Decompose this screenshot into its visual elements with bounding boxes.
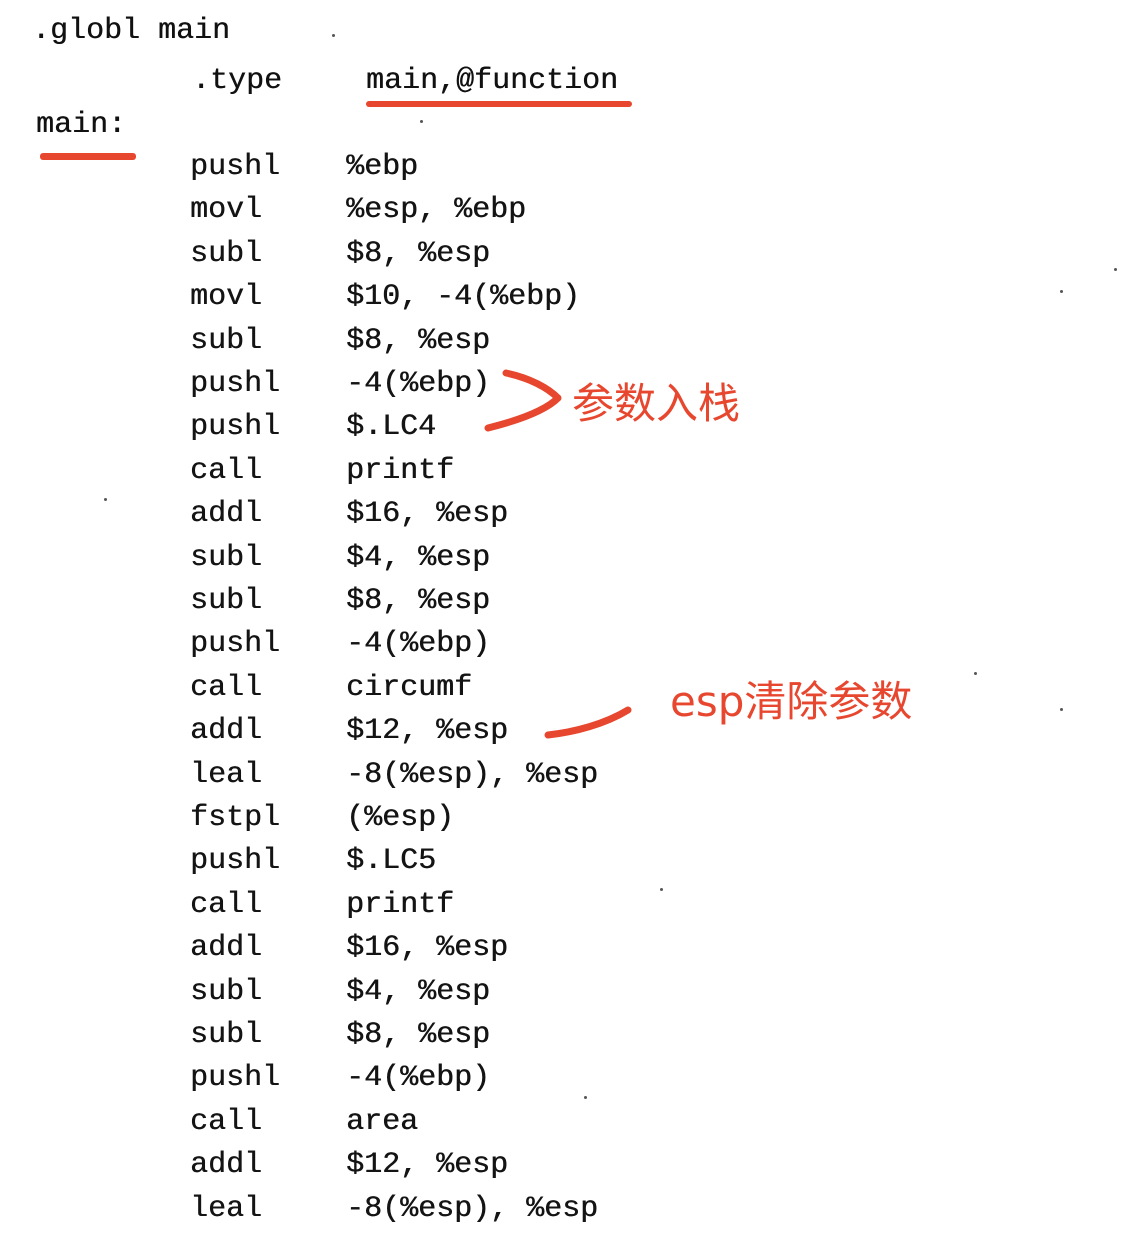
instruction-operand: circumf — [346, 670, 473, 705]
scan-speck — [660, 888, 663, 891]
instruction-operand: $8, %esp — [346, 584, 491, 618]
instruction-operand: printf — [346, 887, 455, 922]
scan-speck — [584, 1096, 587, 1099]
instruction-row: leal -8(%esp), %esp — [0, 758, 700, 801]
instruction-operand: %ebp — [346, 150, 419, 184]
type-directive: .type — [192, 64, 283, 98]
instruction-opcode: addl — [190, 497, 263, 532]
instruction-opcode: subl — [190, 236, 263, 271]
instruction-operand: $8, %esp — [346, 236, 491, 271]
instruction-opcode: pushl — [190, 150, 281, 184]
instruction-opcode: movl — [190, 193, 263, 228]
instruction-row: call area — [0, 1105, 700, 1148]
instruction-operand: -4(%ebp) — [346, 367, 491, 401]
instruction-row: addl $12, %esp — [0, 714, 700, 757]
instruction-row: subl $8, %esp — [0, 324, 700, 367]
scan-speck — [104, 498, 107, 501]
instruction-row: addl $16, %esp — [0, 497, 700, 540]
instruction-opcode: subl — [190, 323, 263, 358]
instruction-opcode: call — [190, 1104, 263, 1139]
instruction-row: subl $4, %esp — [0, 541, 700, 584]
instruction-row: addl $12, %esp — [0, 1148, 700, 1191]
instruction-row: pushl -4(%ebp) — [0, 1061, 700, 1104]
instruction-operand: %esp, %ebp — [346, 193, 527, 228]
scan-speck — [974, 672, 977, 675]
instruction-row: addl $16, %esp — [0, 931, 700, 974]
instruction-operand: $12, %esp — [346, 1148, 509, 1183]
instruction-operand: -8(%esp), %esp — [346, 757, 599, 792]
scan-speck — [1114, 268, 1117, 271]
scan-speck — [420, 120, 423, 123]
instruction-row: subl $8, %esp — [0, 1018, 700, 1061]
instruction-opcode: subl — [190, 974, 263, 1009]
instruction-opcode: addl — [190, 931, 263, 966]
instruction-row: movl %esp, %ebp — [0, 193, 700, 236]
instruction-row: pushl $.LC5 — [0, 844, 700, 887]
instruction-operand: printf — [346, 453, 455, 488]
instruction-operand: $4, %esp — [346, 974, 491, 1009]
instruction-row: call circumf — [0, 671, 700, 714]
instruction-operand: -8(%esp), %esp — [346, 1191, 599, 1226]
scan-speck — [1060, 290, 1063, 293]
instruction-operand: $.LC5 — [346, 844, 437, 879]
instruction-row: fstpl (%esp) — [0, 801, 700, 844]
instruction-operand: -4(%ebp) — [346, 627, 491, 662]
instruction-opcode: leal — [190, 1191, 263, 1226]
instruction-opcode: addl — [190, 714, 263, 749]
instruction-operand: area — [346, 1104, 419, 1139]
stack-push-annotation: 参数入栈 — [572, 379, 741, 428]
instruction-operand: $12, %esp — [346, 714, 509, 749]
instruction-operand: $8, %esp — [346, 1018, 491, 1052]
instruction-operand: $16, %esp — [346, 497, 509, 532]
instruction-opcode: movl — [190, 280, 263, 315]
instruction-opcode: call — [190, 670, 263, 705]
instruction-row: subl $8, %esp — [0, 237, 700, 280]
instruction-row: leal -8(%esp), %esp — [0, 1192, 700, 1235]
instruction-opcode: subl — [190, 584, 263, 618]
instruction-operand: (%esp) — [346, 801, 455, 835]
instruction-row: call printf — [0, 888, 700, 931]
instruction-opcode: call — [190, 453, 263, 488]
esp-clear-annotation: esp清除参数 — [670, 677, 913, 726]
instruction-operand: $.LC4 — [346, 410, 437, 445]
instruction-opcode: pushl — [190, 367, 281, 401]
instruction-operand: $4, %esp — [346, 540, 491, 575]
instruction-opcode: subl — [190, 540, 263, 575]
instruction-opcode: pushl — [190, 410, 281, 445]
instruction-opcode: subl — [190, 1018, 263, 1052]
instruction-opcode: addl — [190, 1148, 263, 1183]
instruction-operand: $10, -4(%ebp) — [346, 280, 581, 315]
type-directive-argument: main,@function — [366, 64, 619, 98]
function-underline-mark — [366, 101, 632, 107]
scan-speck — [332, 34, 335, 37]
instruction-row: subl $4, %esp — [0, 975, 700, 1018]
instruction-opcode: pushl — [190, 844, 281, 879]
instruction-operand: $16, %esp — [346, 931, 509, 966]
instruction-opcode: fstpl — [190, 801, 281, 835]
instruction-row: subl $8, %esp — [0, 584, 700, 627]
instruction-row: call printf — [0, 454, 700, 497]
instruction-opcode: call — [190, 887, 263, 922]
main-label: main: — [36, 108, 127, 142]
instruction-opcode: pushl — [190, 627, 281, 662]
globl-directive: .globl main — [32, 14, 231, 48]
instruction-operand: $8, %esp — [346, 323, 491, 358]
instruction-opcode: leal — [190, 757, 263, 792]
instruction-opcode: pushl — [190, 1061, 281, 1096]
scan-speck — [1060, 708, 1063, 711]
instruction-row: pushl %ebp — [0, 150, 700, 193]
instruction-row: pushl -4(%ebp) — [0, 627, 700, 670]
instruction-operand: -4(%ebp) — [346, 1061, 491, 1096]
instruction-row: movl $10, -4(%ebp) — [0, 280, 700, 323]
